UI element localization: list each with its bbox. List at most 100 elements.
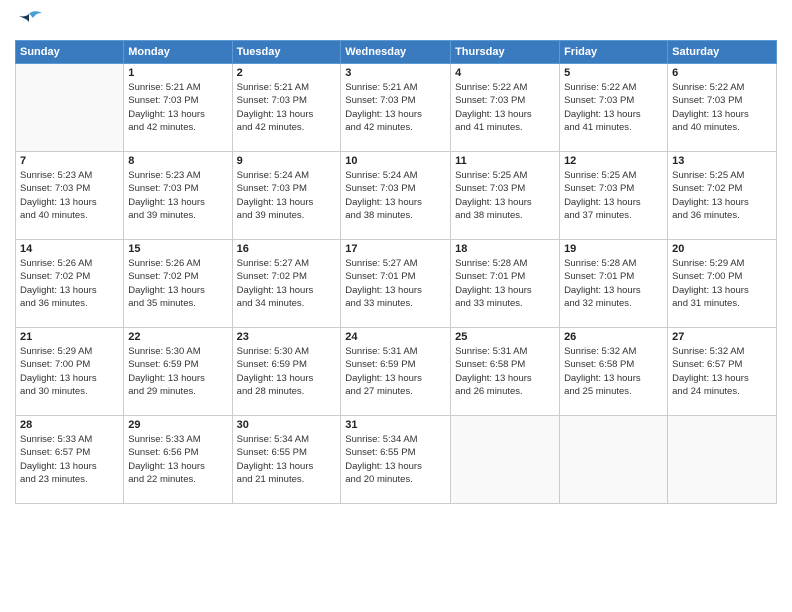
day-number: 16 (237, 243, 337, 255)
calendar-week-row: 21 Sunrise: 5:29 AM Sunset: 7:00 PM Dayli… (16, 328, 777, 416)
day-info: Sunrise: 5:25 AM Sunset: 7:03 PM Dayligh… (564, 169, 663, 222)
day-info: Sunrise: 5:26 AM Sunset: 7:02 PM Dayligh… (128, 257, 227, 310)
day-info: Sunrise: 5:33 AM Sunset: 6:56 PM Dayligh… (128, 433, 227, 486)
day-number: 27 (672, 331, 772, 343)
weekday-header-friday: Friday (560, 41, 668, 64)
calendar-cell: 20Sunrise: 5:29 AM Sunset: 7:00 PM Dayli… (668, 240, 777, 328)
calendar-cell: 6 Sunrise: 5:22 AM Sunset: 7:03 PM Daylig… (668, 64, 777, 152)
weekday-header-monday: Monday (124, 41, 232, 64)
day-number: 10 (345, 155, 446, 167)
day-number: 6 (672, 67, 772, 79)
calendar-cell: 19Sunrise: 5:28 AM Sunset: 7:01 PM Dayli… (560, 240, 668, 328)
calendar-cell: 30 Sunrise: 5:34 AM Sunset: 6:55 PM Dayli… (232, 416, 341, 504)
day-info: Sunrise: 5:21 AM Sunset: 7:03 PM Dayligh… (128, 81, 227, 134)
day-info: Sunrise: 5:29 AM Sunset: 7:00 PM Dayligh… (20, 345, 119, 398)
calendar-week-row: 1 Sunrise: 5:21 AM Sunset: 7:03 PM Daylig… (16, 64, 777, 152)
day-number: 4 (455, 67, 555, 79)
calendar-cell: 31 Sunrise: 5:34 AM Sunset: 6:55 PM Dayli… (341, 416, 451, 504)
day-number: 15 (128, 243, 227, 255)
day-info: Sunrise: 5:21 AM Sunset: 7:03 PM Dayligh… (345, 81, 446, 134)
day-number: 24 (345, 331, 446, 343)
weekday-header-wednesday: Wednesday (341, 41, 451, 64)
calendar-table: SundayMondayTuesdayWednesdayThursdayFrid… (15, 40, 777, 504)
weekday-header-thursday: Thursday (451, 41, 560, 64)
day-info: Sunrise: 5:25 AM Sunset: 7:02 PM Dayligh… (672, 169, 772, 222)
calendar-cell: 1 Sunrise: 5:21 AM Sunset: 7:03 PM Daylig… (124, 64, 232, 152)
day-info: Sunrise: 5:33 AM Sunset: 6:57 PM Dayligh… (20, 433, 119, 486)
day-info: Sunrise: 5:22 AM Sunset: 7:03 PM Dayligh… (564, 81, 663, 134)
day-info: Sunrise: 5:27 AM Sunset: 7:02 PM Dayligh… (237, 257, 337, 310)
day-number: 14 (20, 243, 119, 255)
day-info: Sunrise: 5:24 AM Sunset: 7:03 PM Dayligh… (345, 169, 446, 222)
day-number: 3 (345, 67, 446, 79)
day-info: Sunrise: 5:23 AM Sunset: 7:03 PM Dayligh… (20, 169, 119, 222)
day-info: Sunrise: 5:31 AM Sunset: 6:58 PM Dayligh… (455, 345, 555, 398)
calendar-cell: 17 Sunrise: 5:27 AM Sunset: 7:01 PM Dayli… (341, 240, 451, 328)
calendar-cell: 14 Sunrise: 5:26 AM Sunset: 7:02 PM Dayli… (16, 240, 124, 328)
day-info: Sunrise: 5:22 AM Sunset: 7:03 PM Dayligh… (672, 81, 772, 134)
day-number: 28 (20, 419, 119, 431)
calendar-cell: 12 Sunrise: 5:25 AM Sunset: 7:03 PM Dayli… (560, 152, 668, 240)
day-info: Sunrise: 5:27 AM Sunset: 7:01 PM Dayligh… (345, 257, 446, 310)
day-number: 12 (564, 155, 663, 167)
day-info: Sunrise: 5:22 AM Sunset: 7:03 PM Dayligh… (455, 81, 555, 134)
day-number: 21 (20, 331, 119, 343)
day-number: 30 (237, 419, 337, 431)
day-info: Sunrise: 5:26 AM Sunset: 7:02 PM Dayligh… (20, 257, 119, 310)
day-info: Sunrise: 5:24 AM Sunset: 7:03 PM Dayligh… (237, 169, 337, 222)
day-info: Sunrise: 5:32 AM Sunset: 6:58 PM Dayligh… (564, 345, 663, 398)
day-info: Sunrise: 5:28 AM Sunset: 7:01 PM Dayligh… (455, 257, 555, 310)
calendar-cell: 23Sunrise: 5:30 AM Sunset: 6:59 PM Dayli… (232, 328, 341, 416)
day-number: 9 (237, 155, 337, 167)
logo-bird-icon (15, 10, 43, 32)
page-header (15, 10, 777, 32)
calendar-week-row: 28 Sunrise: 5:33 AM Sunset: 6:57 PM Dayli… (16, 416, 777, 504)
calendar-cell: 8 Sunrise: 5:23 AM Sunset: 7:03 PM Daylig… (124, 152, 232, 240)
day-info: Sunrise: 5:32 AM Sunset: 6:57 PM Dayligh… (672, 345, 772, 398)
calendar-cell: 2Sunrise: 5:21 AM Sunset: 7:03 PM Daylig… (232, 64, 341, 152)
day-number: 18 (455, 243, 555, 255)
logo (15, 10, 47, 32)
calendar-cell: 25 Sunrise: 5:31 AM Sunset: 6:58 PM Dayli… (451, 328, 560, 416)
calendar-cell (560, 416, 668, 504)
calendar-cell (668, 416, 777, 504)
calendar-cell: 5 Sunrise: 5:22 AM Sunset: 7:03 PM Daylig… (560, 64, 668, 152)
day-number: 23 (237, 331, 337, 343)
day-number: 19 (564, 243, 663, 255)
calendar-week-row: 14 Sunrise: 5:26 AM Sunset: 7:02 PM Dayli… (16, 240, 777, 328)
day-info: Sunrise: 5:29 AM Sunset: 7:00 PM Dayligh… (672, 257, 772, 310)
day-info: Sunrise: 5:25 AM Sunset: 7:03 PM Dayligh… (455, 169, 555, 222)
day-number: 13 (672, 155, 772, 167)
day-number: 17 (345, 243, 446, 255)
day-info: Sunrise: 5:31 AM Sunset: 6:59 PM Dayligh… (345, 345, 446, 398)
day-number: 2 (237, 67, 337, 79)
calendar-cell: 24 Sunrise: 5:31 AM Sunset: 6:59 PM Dayli… (341, 328, 451, 416)
calendar-cell: 29 Sunrise: 5:33 AM Sunset: 6:56 PM Dayli… (124, 416, 232, 504)
calendar-week-row: 7 Sunrise: 5:23 AM Sunset: 7:03 PM Daylig… (16, 152, 777, 240)
day-info: Sunrise: 5:34 AM Sunset: 6:55 PM Dayligh… (345, 433, 446, 486)
calendar-cell: 27 Sunrise: 5:32 AM Sunset: 6:57 PM Dayli… (668, 328, 777, 416)
day-number: 11 (455, 155, 555, 167)
day-info: Sunrise: 5:34 AM Sunset: 6:55 PM Dayligh… (237, 433, 337, 486)
calendar-cell: 10 Sunrise: 5:24 AM Sunset: 7:03 PM Dayli… (341, 152, 451, 240)
day-number: 8 (128, 155, 227, 167)
calendar-cell: 18 Sunrise: 5:28 AM Sunset: 7:01 PM Dayli… (451, 240, 560, 328)
calendar-cell (16, 64, 124, 152)
calendar-cell: 16 Sunrise: 5:27 AM Sunset: 7:02 PM Dayli… (232, 240, 341, 328)
day-number: 22 (128, 331, 227, 343)
weekday-header-sunday: Sunday (16, 41, 124, 64)
day-info: Sunrise: 5:23 AM Sunset: 7:03 PM Dayligh… (128, 169, 227, 222)
calendar-cell: 15 Sunrise: 5:26 AM Sunset: 7:02 PM Dayli… (124, 240, 232, 328)
day-number: 31 (345, 419, 446, 431)
calendar-cell: 4 Sunrise: 5:22 AM Sunset: 7:03 PM Daylig… (451, 64, 560, 152)
day-number: 25 (455, 331, 555, 343)
calendar-cell: 21 Sunrise: 5:29 AM Sunset: 7:00 PM Dayli… (16, 328, 124, 416)
day-number: 29 (128, 419, 227, 431)
weekday-header-tuesday: Tuesday (232, 41, 341, 64)
day-number: 7 (20, 155, 119, 167)
day-number: 5 (564, 67, 663, 79)
weekday-header-saturday: Saturday (668, 41, 777, 64)
calendar-cell: 28 Sunrise: 5:33 AM Sunset: 6:57 PM Dayli… (16, 416, 124, 504)
calendar-cell (451, 416, 560, 504)
day-number: 1 (128, 67, 227, 79)
